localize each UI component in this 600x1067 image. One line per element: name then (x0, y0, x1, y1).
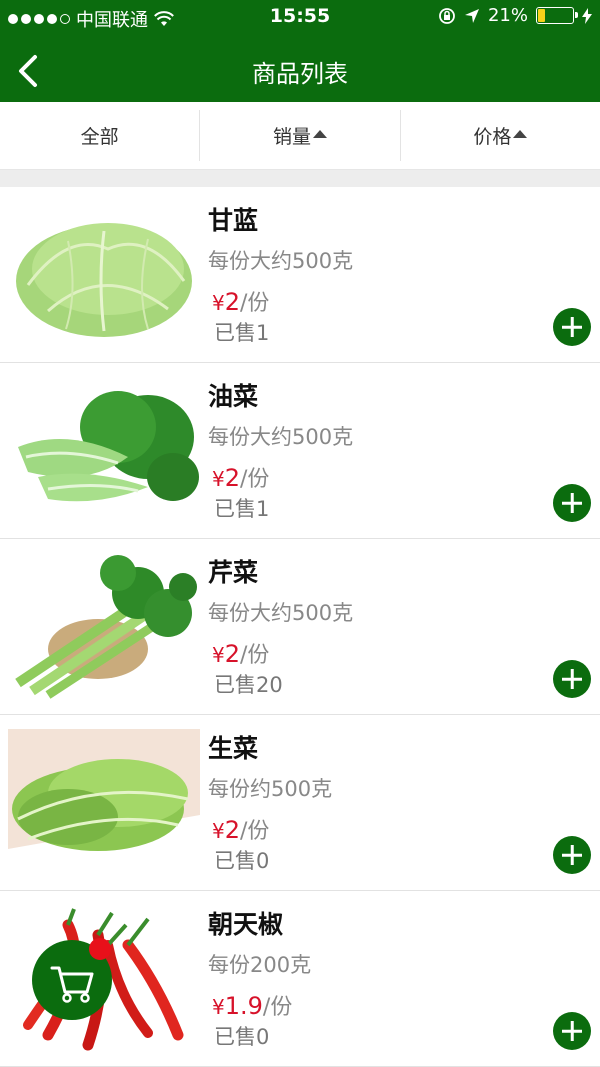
product-desc: 每份200克 (208, 953, 312, 977)
app-header: 中国联通 15:55 21% 商品列表 (0, 0, 600, 102)
product-sold: 已售1 (214, 497, 270, 521)
product-name: 油菜 (208, 382, 259, 411)
product-price: ¥2/份 (212, 640, 270, 668)
product-price: ¥2/份 (212, 464, 270, 492)
product-list: 甘蓝 每份大约500克 ¥2/份 已售1 油菜 每份大约500克 ¥2/份 已售… (0, 187, 600, 1067)
bok-choy-image (18, 391, 199, 502)
filter-sales-label: 销量 (272, 126, 311, 148)
battery-percent: 21% (487, 5, 528, 26)
list-item[interactable]: 生菜 每份约500克 ¥2/份 已售0 (0, 715, 600, 891)
cart-badge (89, 938, 111, 960)
section-divider (0, 170, 600, 187)
product-price: ¥1.9/份 (212, 992, 293, 1020)
filter-sales[interactable]: 销量 (200, 110, 401, 161)
product-sold: 已售20 (214, 673, 283, 697)
filter-all-label: 全部 (80, 126, 119, 148)
filter-all[interactable]: 全部 (0, 110, 201, 161)
list-item[interactable]: 芹菜 每份大约500克 ¥2/份 已售20 (0, 539, 600, 715)
product-name: 生菜 (208, 734, 259, 763)
page-title: 商品列表 (252, 60, 348, 88)
product-price: ¥2/份 (212, 288, 270, 316)
add-to-cart-button[interactable] (553, 660, 591, 698)
battery-icon (536, 7, 578, 24)
product-desc: 每份约500克 (208, 777, 333, 801)
product-sold: 已售0 (214, 1025, 270, 1049)
product-desc: 每份大约500克 (208, 425, 354, 449)
filter-price[interactable]: 价格 (401, 110, 600, 161)
cabbage-image (16, 223, 192, 337)
product-price: ¥2/份 (212, 816, 270, 844)
product-name: 甘蓝 (208, 206, 259, 235)
product-desc: 每份大约500克 (208, 249, 354, 273)
sort-up-icon (513, 129, 528, 138)
product-sold: 已售0 (214, 849, 270, 873)
add-to-cart-button[interactable] (553, 1012, 591, 1050)
list-item[interactable]: 甘蓝 每份大约500克 ¥2/份 已售1 (0, 187, 600, 363)
location-icon (464, 8, 479, 23)
product-name: 芹菜 (208, 558, 259, 587)
nav-bar: 商品列表 (0, 40, 600, 102)
add-to-cart-button[interactable] (553, 484, 591, 522)
rotation-lock-icon (439, 7, 455, 24)
product-name: 朝天椒 (208, 910, 284, 939)
lettuce-image (8, 729, 200, 875)
filter-bar: 全部 销量 价格 (0, 102, 600, 170)
sort-up-icon (313, 129, 327, 138)
celery-image (15, 555, 197, 699)
charging-icon (582, 7, 592, 24)
add-to-cart-button[interactable] (553, 836, 591, 874)
filter-price-label: 价格 (473, 126, 512, 148)
product-sold: 已售1 (214, 321, 270, 345)
status-bar: 中国联通 15:55 21% (0, 0, 600, 34)
product-desc: 每份大约500克 (208, 601, 354, 625)
status-right: 21% (438, 5, 592, 26)
list-item[interactable]: 油菜 每份大约500克 ¥2/份 已售1 (0, 363, 600, 539)
add-to-cart-button[interactable] (553, 308, 591, 346)
